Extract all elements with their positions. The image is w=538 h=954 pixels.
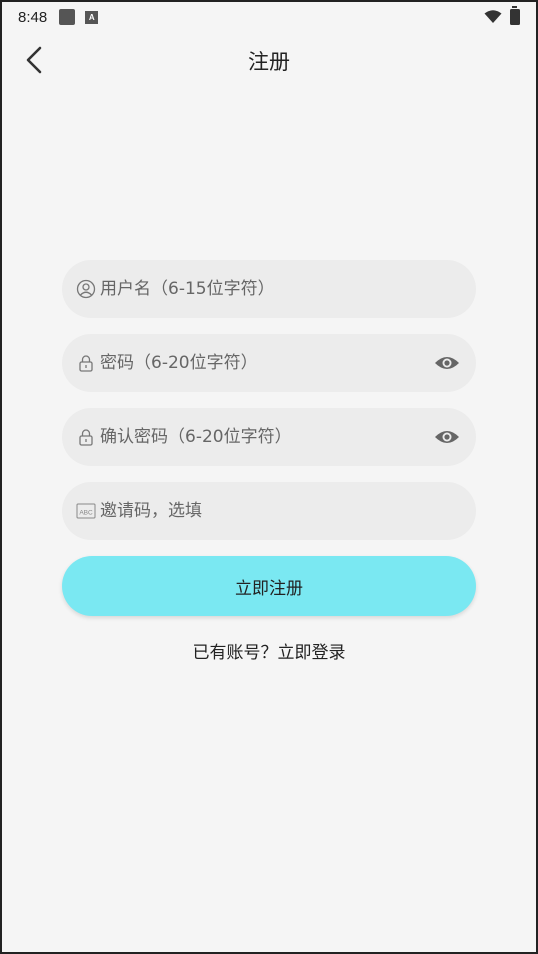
status-time: 8:48 [18, 8, 48, 26]
lock-icon [76, 353, 96, 373]
lock-icon [76, 427, 96, 447]
status-bar: 8:48 A [2, 2, 536, 32]
nav-bar: 注册 [2, 32, 536, 88]
register-form: ABC 立即注册 已有账号？立即登录 [62, 260, 476, 663]
notification-icon [59, 9, 76, 25]
wifi-icon [484, 10, 502, 23]
battery-icon [510, 6, 520, 25]
invite-code-input[interactable] [100, 501, 460, 521]
login-link[interactable]: 已有账号？立即登录 [62, 638, 476, 663]
confirm-password-input[interactable] [100, 427, 428, 447]
username-field[interactable] [62, 260, 476, 318]
username-input[interactable] [100, 279, 460, 299]
abc-icon-text: ABC [79, 510, 93, 517]
register-button[interactable]: 立即注册 [62, 556, 476, 616]
eye-icon[interactable] [434, 354, 460, 372]
password-field[interactable] [62, 334, 476, 392]
confirm-password-field[interactable] [62, 408, 476, 466]
invite-code-field[interactable]: ABC [62, 482, 476, 540]
eye-icon[interactable] [434, 428, 460, 446]
password-input[interactable] [100, 353, 428, 373]
user-icon [76, 279, 96, 299]
abc-icon: ABC [76, 501, 96, 521]
page-title: 注册 [248, 50, 290, 74]
a-badge-icon: A [85, 10, 99, 24]
status-icons [484, 6, 520, 25]
